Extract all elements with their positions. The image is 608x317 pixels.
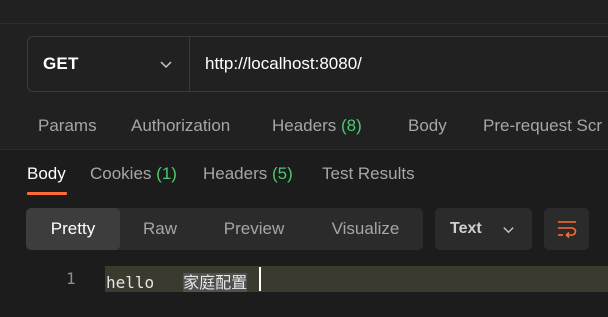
wrap-lines-icon	[557, 221, 576, 239]
view-pretty-button[interactable]: Pretty	[26, 208, 120, 250]
view-visualize-button[interactable]: Visualize	[308, 208, 423, 250]
request-bar: GET http://localhost:8080/	[27, 36, 608, 92]
response-tab-test-results[interactable]: Test Results	[322, 164, 415, 184]
response-tab-headers[interactable]: Headers (5)	[203, 164, 293, 184]
response-tab-body[interactable]: Body	[27, 164, 66, 184]
tab-body[interactable]: Body	[408, 116, 447, 136]
view-preview-button[interactable]: Preview	[200, 208, 308, 250]
text-cursor	[259, 267, 261, 291]
response-tab-cookies[interactable]: Cookies (1)	[90, 164, 177, 184]
headers-count: (8)	[341, 116, 362, 135]
chevron-down-icon	[160, 61, 172, 69]
tab-authorization[interactable]: Authorization	[131, 116, 230, 136]
response-panel: Body Cookies (1) Headers (5) Test Result…	[0, 149, 608, 317]
method-label: GET	[43, 54, 79, 73]
view-raw-button[interactable]: Raw	[120, 208, 200, 250]
url-text: http://localhost:8080/	[205, 54, 362, 73]
response-tabs: Body Cookies (1) Headers (5) Test Result…	[0, 164, 608, 196]
format-label: Text	[450, 220, 482, 237]
request-tabs: Params Authorization Headers (8) Body Pr…	[0, 104, 608, 148]
selected-text: 家庭配置	[183, 273, 248, 292]
response-headers-count: (5)	[272, 164, 293, 183]
method-select[interactable]: GET	[28, 37, 190, 91]
chevron-down-icon	[503, 226, 514, 233]
code-line: 1 hello 家庭配置	[0, 266, 608, 292]
active-tab-indicator	[27, 192, 67, 195]
response-text[interactable]: hello 家庭配置	[106, 269, 248, 293]
url-input[interactable]: http://localhost:8080/	[190, 37, 608, 91]
tab-params[interactable]: Params	[38, 116, 97, 136]
format-select[interactable]: Text	[435, 208, 532, 250]
tab-headers[interactable]: Headers (8)	[272, 116, 362, 136]
line-number: 1	[66, 269, 76, 288]
cookies-count: (1)	[156, 164, 177, 183]
view-mode-selector: Pretty Raw Preview Visualize	[26, 208, 423, 250]
wrap-lines-button[interactable]	[544, 208, 589, 250]
top-strip	[0, 0, 608, 24]
tab-pre-request-script[interactable]: Pre-request Scr	[483, 116, 602, 136]
